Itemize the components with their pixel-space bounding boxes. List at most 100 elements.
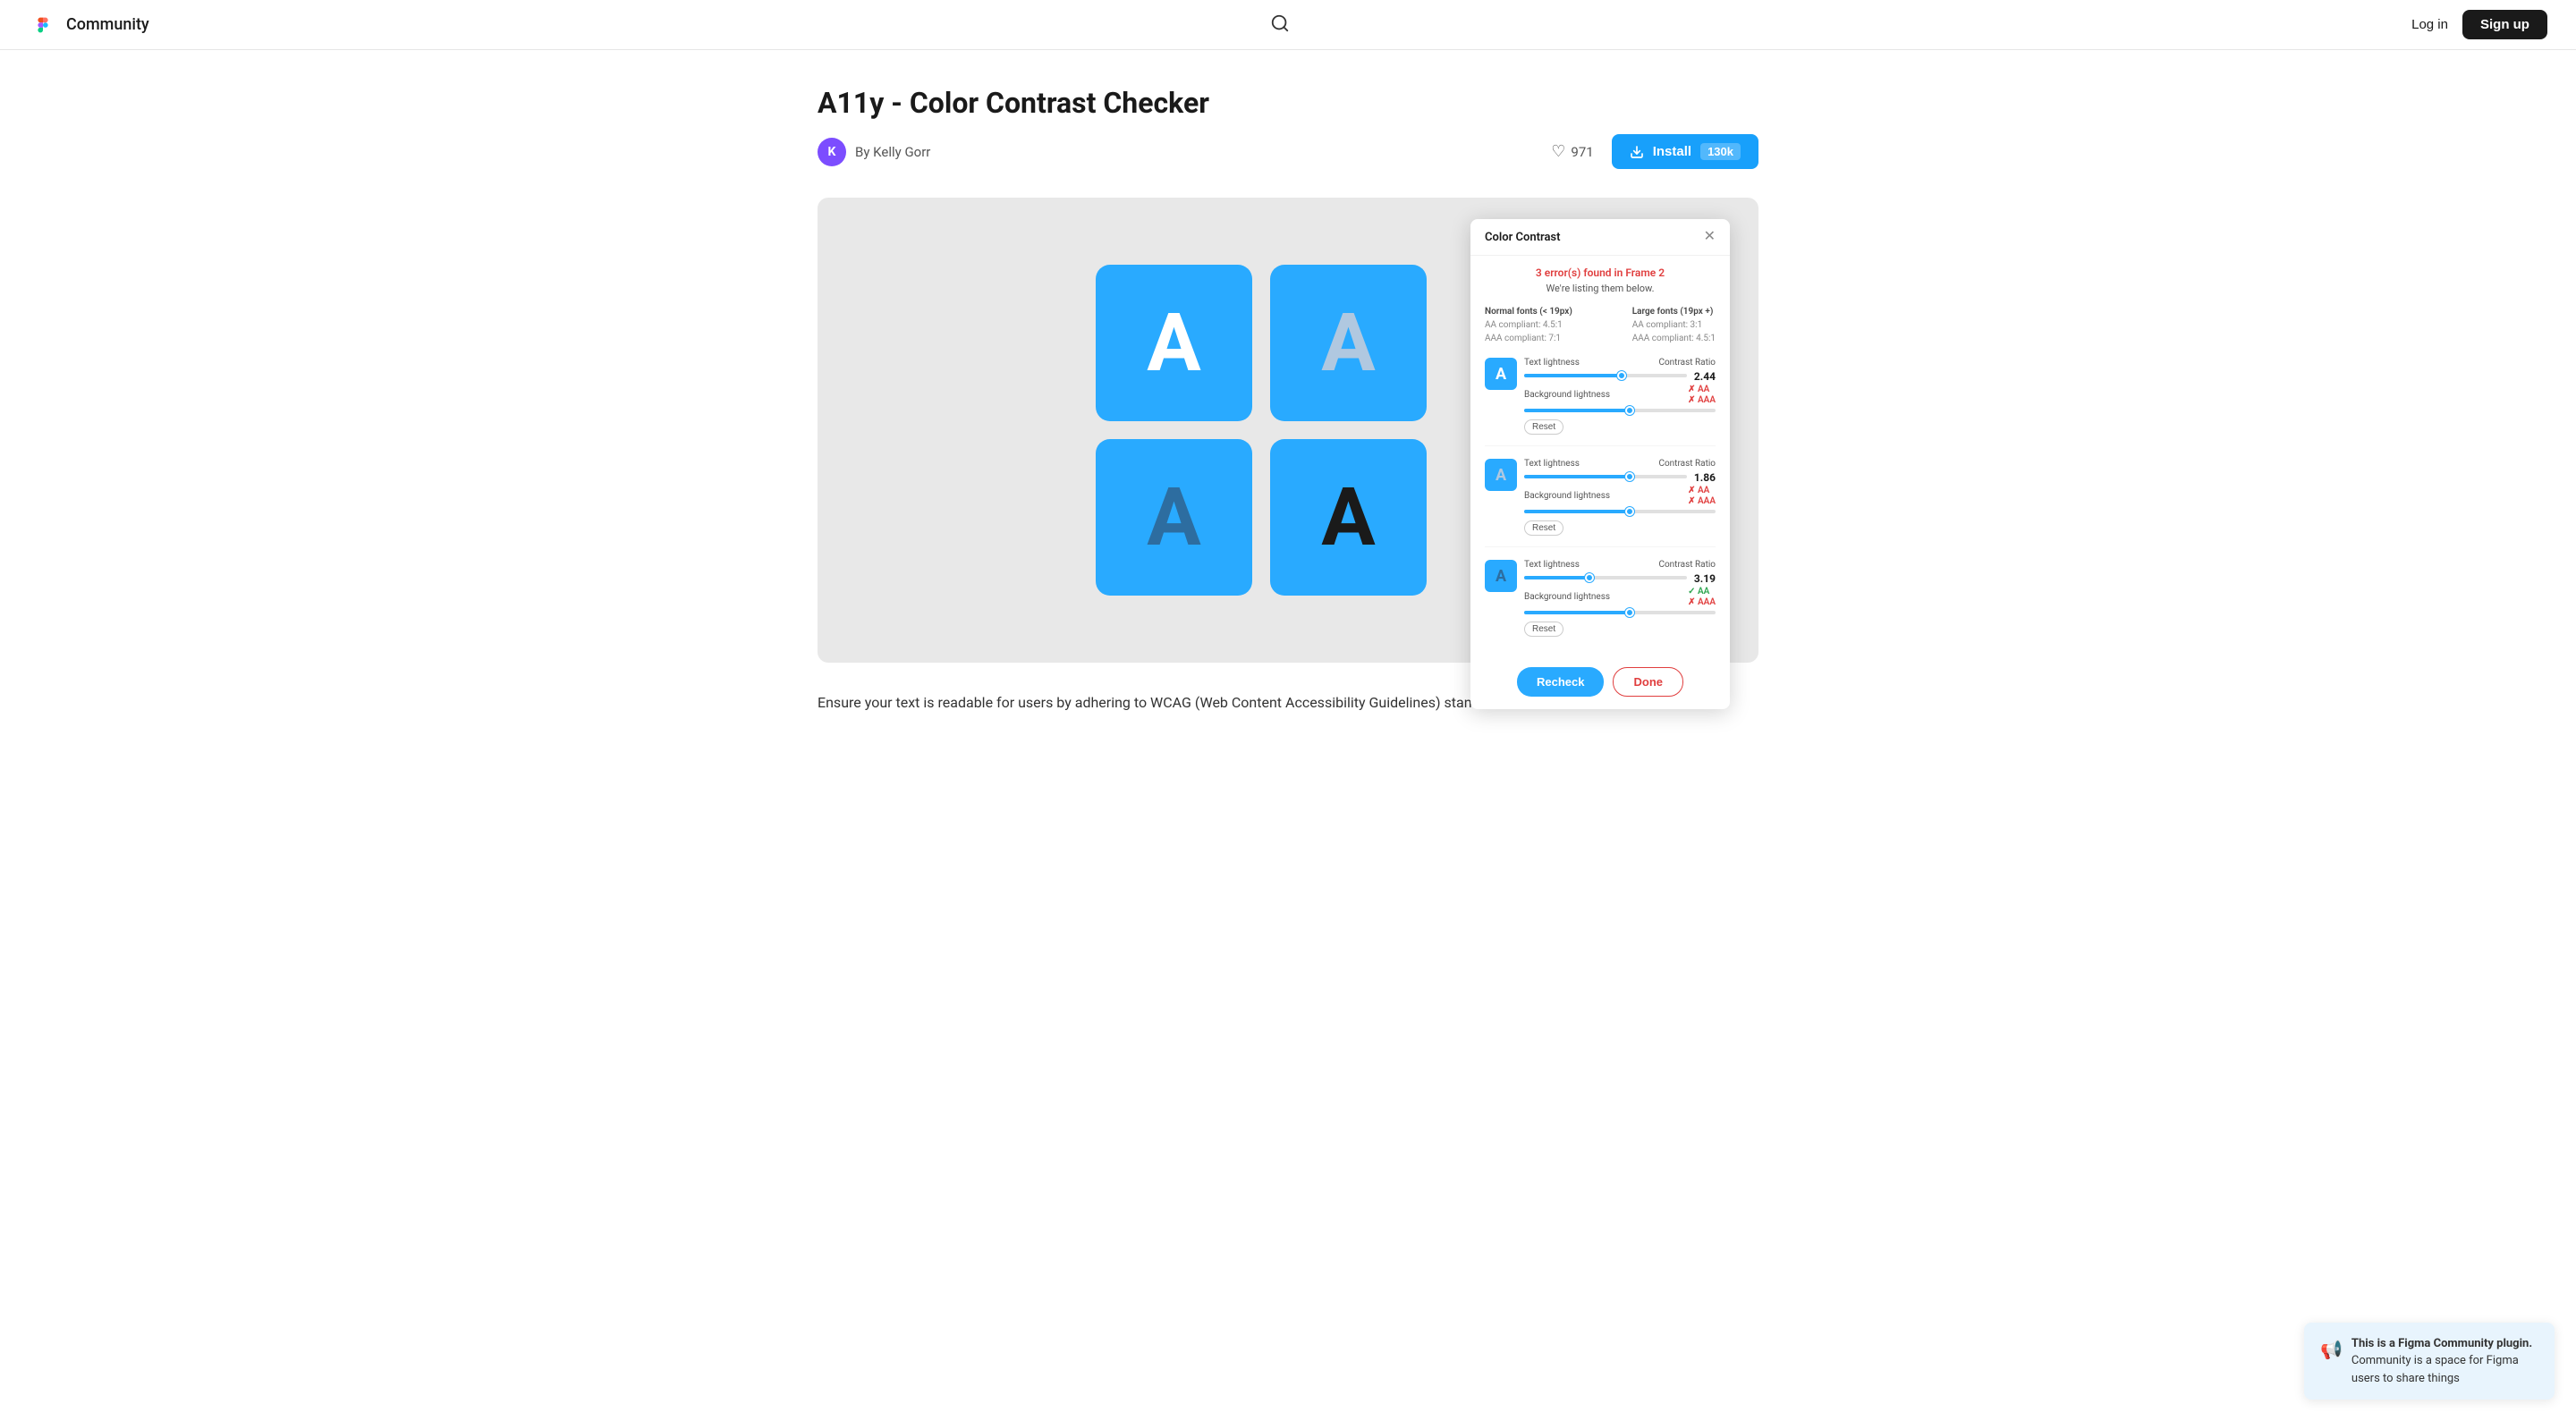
download-icon xyxy=(1630,145,1644,159)
letter-grid: A A A A xyxy=(1096,265,1427,596)
reset-row-2 xyxy=(1524,510,1716,515)
recheck-button[interactable]: Recheck xyxy=(1517,667,1604,697)
contrast-item-1: A Text lightness Contrast Ratio xyxy=(1485,358,1716,446)
bg-lightness-label-1: Background lightness xyxy=(1524,390,1610,400)
install-label: Install xyxy=(1653,144,1691,159)
reset-button-1[interactable]: Reset xyxy=(1524,419,1563,435)
letter-card-2: A xyxy=(1270,265,1427,421)
bg-lightness-row-1: Background lightness ✗ AA ✗ AAA xyxy=(1524,385,1716,405)
done-button[interactable]: Done xyxy=(1613,667,1683,697)
reset-button-3[interactable]: Reset xyxy=(1524,622,1563,637)
wcag-normal-aa: AA compliant: 4.5:1 xyxy=(1485,320,1563,330)
panel-body: 3 error(s) found in Frame 2 We're listin… xyxy=(1470,256,1730,658)
text-lightness-row-1: Text lightness Contrast Ratio xyxy=(1524,358,1716,368)
error-message: 3 error(s) found in Frame 2 xyxy=(1485,266,1716,279)
text-lightness-label-2: Text lightness xyxy=(1524,459,1580,469)
panel-footer: Recheck Done xyxy=(1470,658,1730,709)
notice-body: Community is a space for Figma users to … xyxy=(2351,1354,2519,1385)
contrast-ratio-label-2: Contrast Ratio xyxy=(1658,459,1716,469)
letter-card-3: A xyxy=(1096,439,1252,596)
listing-message: We're listing them below. xyxy=(1485,283,1716,294)
wcag-large-title: Large fonts (19px +) xyxy=(1632,307,1714,317)
author-row: K By Kelly Gorr xyxy=(818,138,930,166)
aa-badge-2: ✗ AA xyxy=(1688,486,1709,495)
reset-row-1 xyxy=(1524,409,1716,414)
aaa-badge-1: ✗ AAA xyxy=(1688,395,1716,405)
contrast-value-1: 2.44 xyxy=(1694,370,1716,383)
bg-slider-2[interactable] xyxy=(1524,510,1716,513)
notice-icon: 📢 xyxy=(2320,1336,2343,1363)
close-button[interactable]: ✕ xyxy=(1704,230,1716,244)
contrast-details-3: Text lightness Contrast Ratio 3.19 xyxy=(1524,560,1716,637)
bg-lightness-label-3: Background lightness xyxy=(1524,592,1610,602)
install-button[interactable]: Install 130k xyxy=(1612,134,1758,169)
search-icon xyxy=(1270,13,1290,33)
wcag-normal-title: Normal fonts (< 19px) xyxy=(1485,307,1572,317)
likes-number: 971 xyxy=(1571,144,1593,160)
text-lightness-label-3: Text lightness xyxy=(1524,560,1580,570)
aaa-badge-3: ✗ AAA xyxy=(1688,597,1716,607)
contrast-row-3: A Text lightness Contrast Ratio xyxy=(1485,560,1716,637)
aaa-badge-2: ✗ AAA xyxy=(1688,496,1716,506)
plugin-meta: K By Kelly Gorr ♡ 971 Install 130k xyxy=(818,134,1758,169)
contrast-item-3: A Text lightness Contrast Ratio xyxy=(1485,560,1716,647)
text-lightness-row-2: Text lightness Contrast Ratio xyxy=(1524,459,1716,469)
search-button[interactable] xyxy=(1263,6,1297,44)
install-count: 130k xyxy=(1700,143,1741,160)
contrast-value-3: 3.19 xyxy=(1694,572,1716,585)
plugin-panel: Color Contrast ✕ 3 error(s) found in Fra… xyxy=(1470,219,1730,709)
avatar: K xyxy=(818,138,846,166)
header-right: Log in Sign up xyxy=(2411,10,2547,39)
reset-button-2[interactable]: Reset xyxy=(1524,520,1563,536)
contrast-ratio-label-1: Contrast Ratio xyxy=(1658,358,1716,368)
bg-lightness-row-3: Background lightness ✓ AA ✗ AAA xyxy=(1524,587,1716,607)
contrast-details-1: Text lightness Contrast Ratio 2.44 xyxy=(1524,358,1716,435)
contrast-ratio-label-3: Contrast Ratio xyxy=(1658,560,1716,570)
wcag-info: Normal fonts (< 19px) AA compliant: 4.5:… xyxy=(1485,305,1716,345)
text-slider-2[interactable] xyxy=(1524,475,1687,478)
site-title: Community xyxy=(66,15,149,34)
contrast-row-1: A Text lightness Contrast Ratio xyxy=(1485,358,1716,435)
text-slider-3[interactable] xyxy=(1524,576,1687,579)
heart-icon: ♡ xyxy=(1551,142,1565,161)
aa-badge-3: ✓ AA xyxy=(1688,587,1709,596)
bg-lightness-row-2: Background lightness ✗ AA ✗ AAA xyxy=(1524,486,1716,506)
contrast-preview-3: A xyxy=(1485,560,1517,592)
text-lightness-row-3: Text lightness Contrast Ratio xyxy=(1524,560,1716,570)
page-title: A11y - Color Contrast Checker xyxy=(818,86,1758,120)
likes-count: ♡ 971 xyxy=(1551,142,1593,161)
letter-card-4: A xyxy=(1270,439,1427,596)
wcag-normal-aaa: AAA compliant: 7:1 xyxy=(1485,334,1561,343)
header: Community Log in Sign up xyxy=(0,0,2576,50)
meta-right: ♡ 971 Install 130k xyxy=(1551,134,1758,169)
bg-slider-3[interactable] xyxy=(1524,611,1716,614)
preview-area: A A A A Color Contrast ✕ 3 error(s) foun… xyxy=(818,198,1758,663)
community-notice: 📢 This is a Figma Community plugin. Comm… xyxy=(2304,1323,2555,1400)
aa-badge-1: ✗ AA xyxy=(1688,385,1709,394)
contrast-item-2: A Text lightness Contrast Ratio xyxy=(1485,459,1716,547)
bg-lightness-label-2: Background lightness xyxy=(1524,491,1610,501)
search-area xyxy=(1263,6,1297,44)
compliance-badges-1: ✗ AA ✗ AAA xyxy=(1688,385,1716,405)
wcag-large-aa: AA compliant: 3:1 xyxy=(1632,320,1703,330)
compliance-badges-2: ✗ AA ✗ AAA xyxy=(1688,486,1716,506)
panel-header: Color Contrast ✕ xyxy=(1470,219,1730,256)
login-button[interactable]: Log in xyxy=(2411,17,2448,32)
panel-title: Color Contrast xyxy=(1485,231,1560,244)
reset-row-3 xyxy=(1524,611,1716,616)
contrast-row-2: A Text lightness Contrast Ratio xyxy=(1485,459,1716,536)
letter-card-1: A xyxy=(1096,265,1252,421)
text-slider-1[interactable] xyxy=(1524,374,1687,377)
notice-title: This is a Figma Community plugin. xyxy=(2351,1337,2532,1350)
compliance-badges-3: ✓ AA ✗ AAA xyxy=(1688,587,1716,607)
author-name: By Kelly Gorr xyxy=(855,144,930,160)
contrast-details-2: Text lightness Contrast Ratio 1.86 xyxy=(1524,459,1716,536)
contrast-value-2: 1.86 xyxy=(1694,471,1716,484)
contrast-preview-2: A xyxy=(1485,459,1517,491)
bg-slider-1[interactable] xyxy=(1524,409,1716,412)
wcag-normal-col: Normal fonts (< 19px) AA compliant: 4.5:… xyxy=(1485,305,1572,345)
text-lightness-label-1: Text lightness xyxy=(1524,358,1580,368)
signup-button[interactable]: Sign up xyxy=(2462,10,2547,39)
contrast-preview-1: A xyxy=(1485,358,1517,390)
wcag-large-col: Large fonts (19px +) AA compliant: 3:1 A… xyxy=(1632,305,1716,345)
